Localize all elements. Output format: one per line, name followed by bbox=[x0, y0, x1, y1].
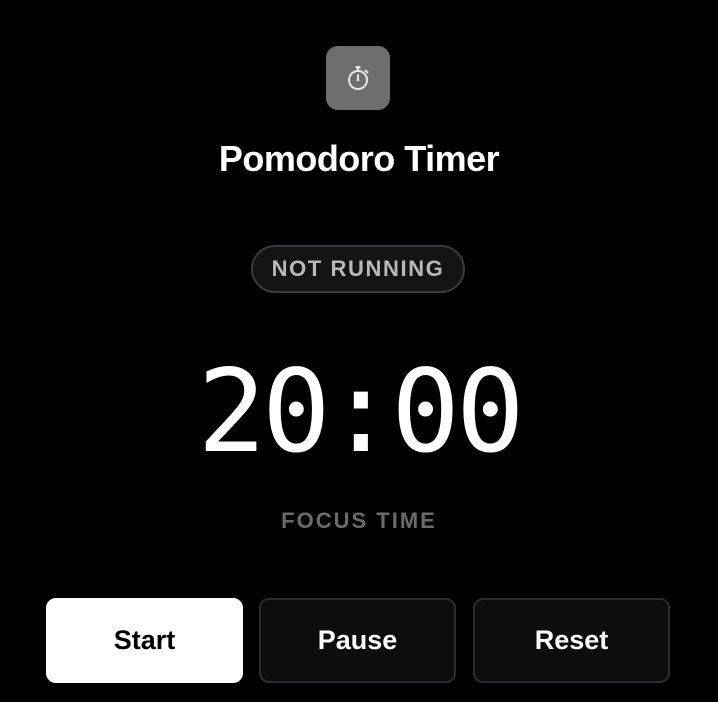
start-button[interactable]: Start bbox=[46, 598, 243, 683]
pause-button[interactable]: Pause bbox=[259, 598, 456, 683]
stopwatch-icon bbox=[326, 46, 390, 110]
reset-button[interactable]: Reset bbox=[473, 598, 670, 683]
mode-label: FOCUS TIME bbox=[281, 508, 437, 533]
status-badge: NOT RUNNING bbox=[251, 245, 465, 293]
pomodoro-app: Pomodoro Timer NOT RUNNING 20:00 FOCUS T… bbox=[0, 0, 718, 702]
status-badge-label: NOT RUNNING bbox=[271, 256, 445, 281]
page-title: Pomodoro Timer bbox=[218, 138, 500, 179]
timer-display: 20:00 bbox=[197, 345, 524, 478]
